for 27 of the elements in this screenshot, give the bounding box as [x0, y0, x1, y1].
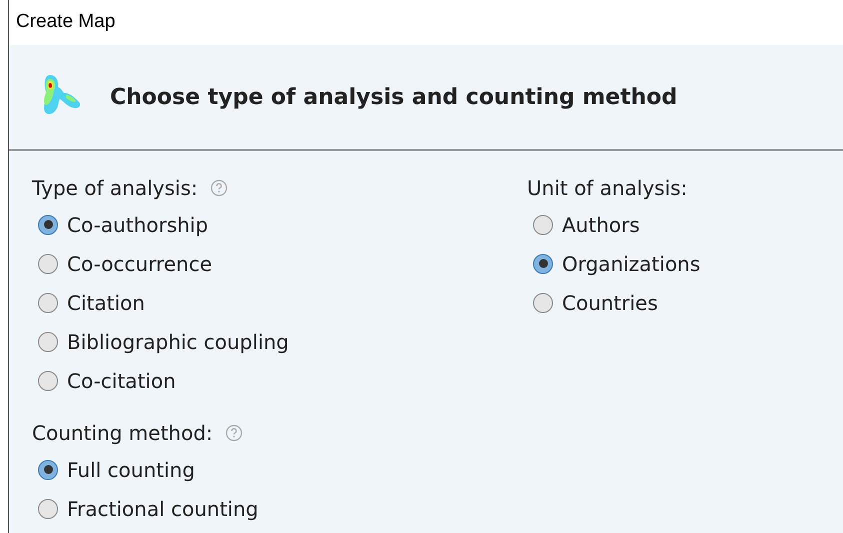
help-icon[interactable]: [210, 179, 228, 197]
option-label: Co-occurrence: [67, 250, 212, 278]
header-title: Choose type of analysis and counting method: [110, 84, 678, 112]
radio-button[interactable]: [38, 332, 58, 352]
option-label: Co-authorship: [67, 212, 208, 238]
window-title: Create Map: [16, 10, 116, 34]
option-label: Authors: [562, 212, 640, 238]
group-label: Counting method:: [32, 420, 213, 447]
radio-button[interactable]: [533, 254, 553, 274]
radio-button[interactable]: [533, 214, 553, 234]
help-icon[interactable]: [224, 424, 243, 442]
radio-button[interactable]: [533, 292, 553, 312]
option-label: Full counting: [67, 456, 195, 484]
option-label: Citation: [67, 290, 145, 316]
radio-button[interactable]: [38, 370, 58, 390]
radio-button[interactable]: [38, 214, 58, 234]
radio-button[interactable]: [38, 292, 58, 312]
group-label: Type of analysis:: [32, 175, 198, 202]
option-label: Bibliographic coupling: [67, 328, 289, 356]
option-label: Co-citation: [67, 368, 176, 394]
option-label: Countries: [562, 290, 658, 316]
radio-button[interactable]: [38, 254, 58, 274]
option-label: Organizations: [562, 250, 700, 278]
radio-button[interactable]: [38, 460, 58, 480]
group-label: Unit of analysis:: [527, 175, 688, 202]
radio-button[interactable]: [38, 498, 58, 518]
option-label: Fractional counting: [67, 496, 258, 522]
